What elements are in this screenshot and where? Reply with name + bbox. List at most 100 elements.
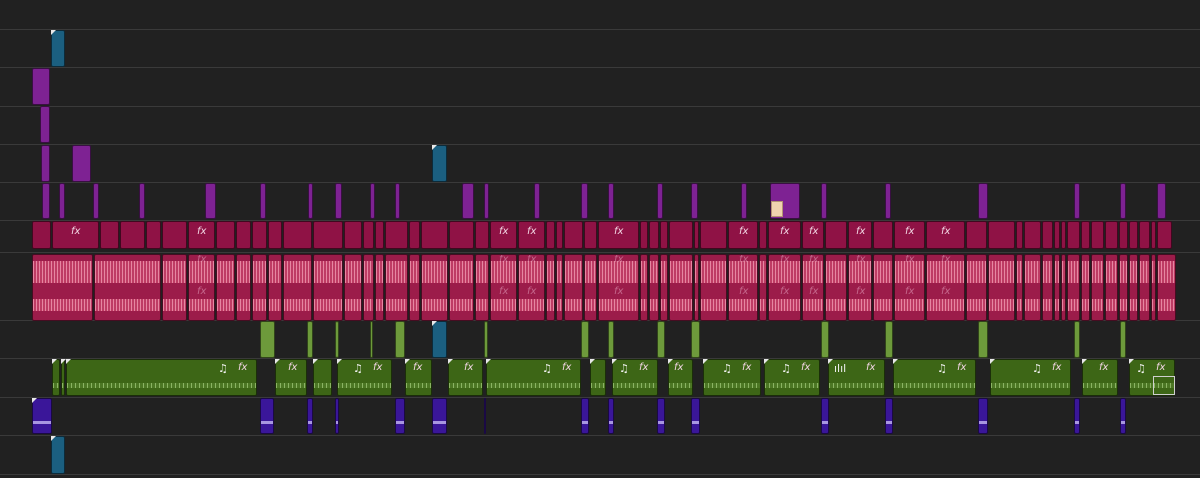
audio-clip[interactable]: fx fx [848,254,872,321]
video-clip[interactable] [93,183,99,219]
audio-clip[interactable] [1129,254,1138,321]
audio-clip[interactable] [649,254,659,321]
music-clip[interactable]: fx [448,359,483,396]
audio-clip[interactable] [564,254,583,321]
audio-clip[interactable] [821,321,829,358]
audio-clip[interactable] [825,254,847,321]
video-clip[interactable] [741,183,747,219]
video-clip[interactable] [546,221,555,249]
audio-clip[interactable] [1081,254,1090,321]
video-clip[interactable] [313,221,343,249]
video-clip[interactable] [51,30,65,67]
video-clip[interactable] [40,106,50,143]
audio-clip[interactable] [344,254,362,321]
video-clip[interactable] [283,221,312,249]
video-clip[interactable] [700,221,727,249]
audio-clip[interactable] [1016,254,1023,321]
video-clip[interactable] [657,183,663,219]
audio-clip[interactable] [260,321,275,358]
audio-clip[interactable] [1074,321,1080,358]
audio-clip[interactable] [759,254,767,321]
audio-clip[interactable] [1139,254,1150,321]
audio-clip[interactable] [1061,254,1066,321]
video-clip[interactable] [581,183,588,219]
audio-clip[interactable]: fx fx [728,254,758,321]
video-clip[interactable] [375,221,384,249]
video-clip[interactable] [59,183,65,219]
video-clip[interactable] [370,183,375,219]
audio-clip[interactable]: fx fx [598,254,639,321]
audio-clip[interactable] [449,254,474,321]
video-clip[interactable]: fx [598,221,639,249]
audio-clip[interactable] [1074,398,1080,434]
video-clip[interactable] [344,221,362,249]
video-clip[interactable] [205,183,216,219]
video-clip[interactable] [1091,221,1104,249]
audio-clip[interactable] [885,321,893,358]
audio-clip[interactable] [432,398,447,434]
video-clip[interactable] [32,221,51,249]
audio-clip[interactable] [821,398,829,434]
audio-clip[interactable] [556,254,563,321]
audio-clip[interactable]: fx fx [802,254,824,321]
audio-clip[interactable] [260,398,274,434]
audio-clip[interactable] [409,254,420,321]
audio-clip[interactable] [421,254,448,321]
video-clip[interactable] [260,183,266,219]
music-clip[interactable] [313,359,332,396]
video-clip[interactable] [534,183,540,219]
video-clip[interactable] [1119,221,1128,249]
audio-clip[interactable] [978,398,988,434]
video-clip[interactable] [236,221,251,249]
audio-clip[interactable] [581,321,589,358]
video-clip[interactable] [691,183,698,219]
video-clip[interactable] [475,221,489,249]
audio-clip[interactable] [363,254,374,321]
video-clip[interactable] [252,221,267,249]
audio-clip[interactable] [669,254,693,321]
audio-clip[interactable] [608,321,614,358]
video-clip[interactable] [100,221,119,249]
music-clip[interactable]: fx [668,359,693,396]
video-clip[interactable] [335,183,342,219]
video-clip[interactable] [32,68,50,105]
audio-clip[interactable] [546,254,555,321]
music-clip[interactable]: ♫ fx [337,359,392,396]
video-clip[interactable]: fx [926,221,965,249]
audio-clip[interactable] [1120,321,1126,358]
audio-clip[interactable] [988,254,1015,321]
audio-clip[interactable] [307,321,313,358]
video-clip[interactable] [484,183,489,219]
audio-clip[interactable] [162,254,187,321]
video-clip[interactable] [51,436,65,474]
audio-clip[interactable] [1091,254,1104,321]
video-clip[interactable] [694,221,699,249]
music-clip[interactable]: fx [275,359,307,396]
music-clip[interactable]: ♫ fx [990,359,1071,396]
video-clip[interactable] [1157,183,1166,219]
video-clip[interactable] [556,221,563,249]
video-clip[interactable] [120,221,145,249]
video-clip[interactable]: fx [728,221,758,249]
video-clip[interactable]: fx [821,183,827,219]
video-clip[interactable] [1042,221,1053,249]
audio-clip[interactable] [216,254,235,321]
video-clip[interactable] [759,221,767,249]
audio-clip[interactable]: fx fx [926,254,965,321]
audio-clip[interactable] [236,254,251,321]
audio-clip[interactable] [1119,254,1128,321]
video-clip[interactable] [825,221,847,249]
video-clip[interactable] [885,183,891,219]
audio-clip[interactable] [313,254,343,321]
audio-clip[interactable]: fx fx [894,254,925,321]
music-clip[interactable]: ♫ fx [764,359,820,396]
selected-clip-keyframe[interactable] [1153,376,1175,395]
video-clip[interactable]: fx [52,221,99,249]
video-clip[interactable] [1139,221,1150,249]
video-clip[interactable] [146,221,161,249]
video-clip[interactable] [1061,221,1066,249]
video-clip[interactable] [1081,221,1090,249]
audio-clip[interactable] [283,254,312,321]
video-clip[interactable] [1129,221,1138,249]
audio-clip[interactable]: fx fx [490,254,517,321]
